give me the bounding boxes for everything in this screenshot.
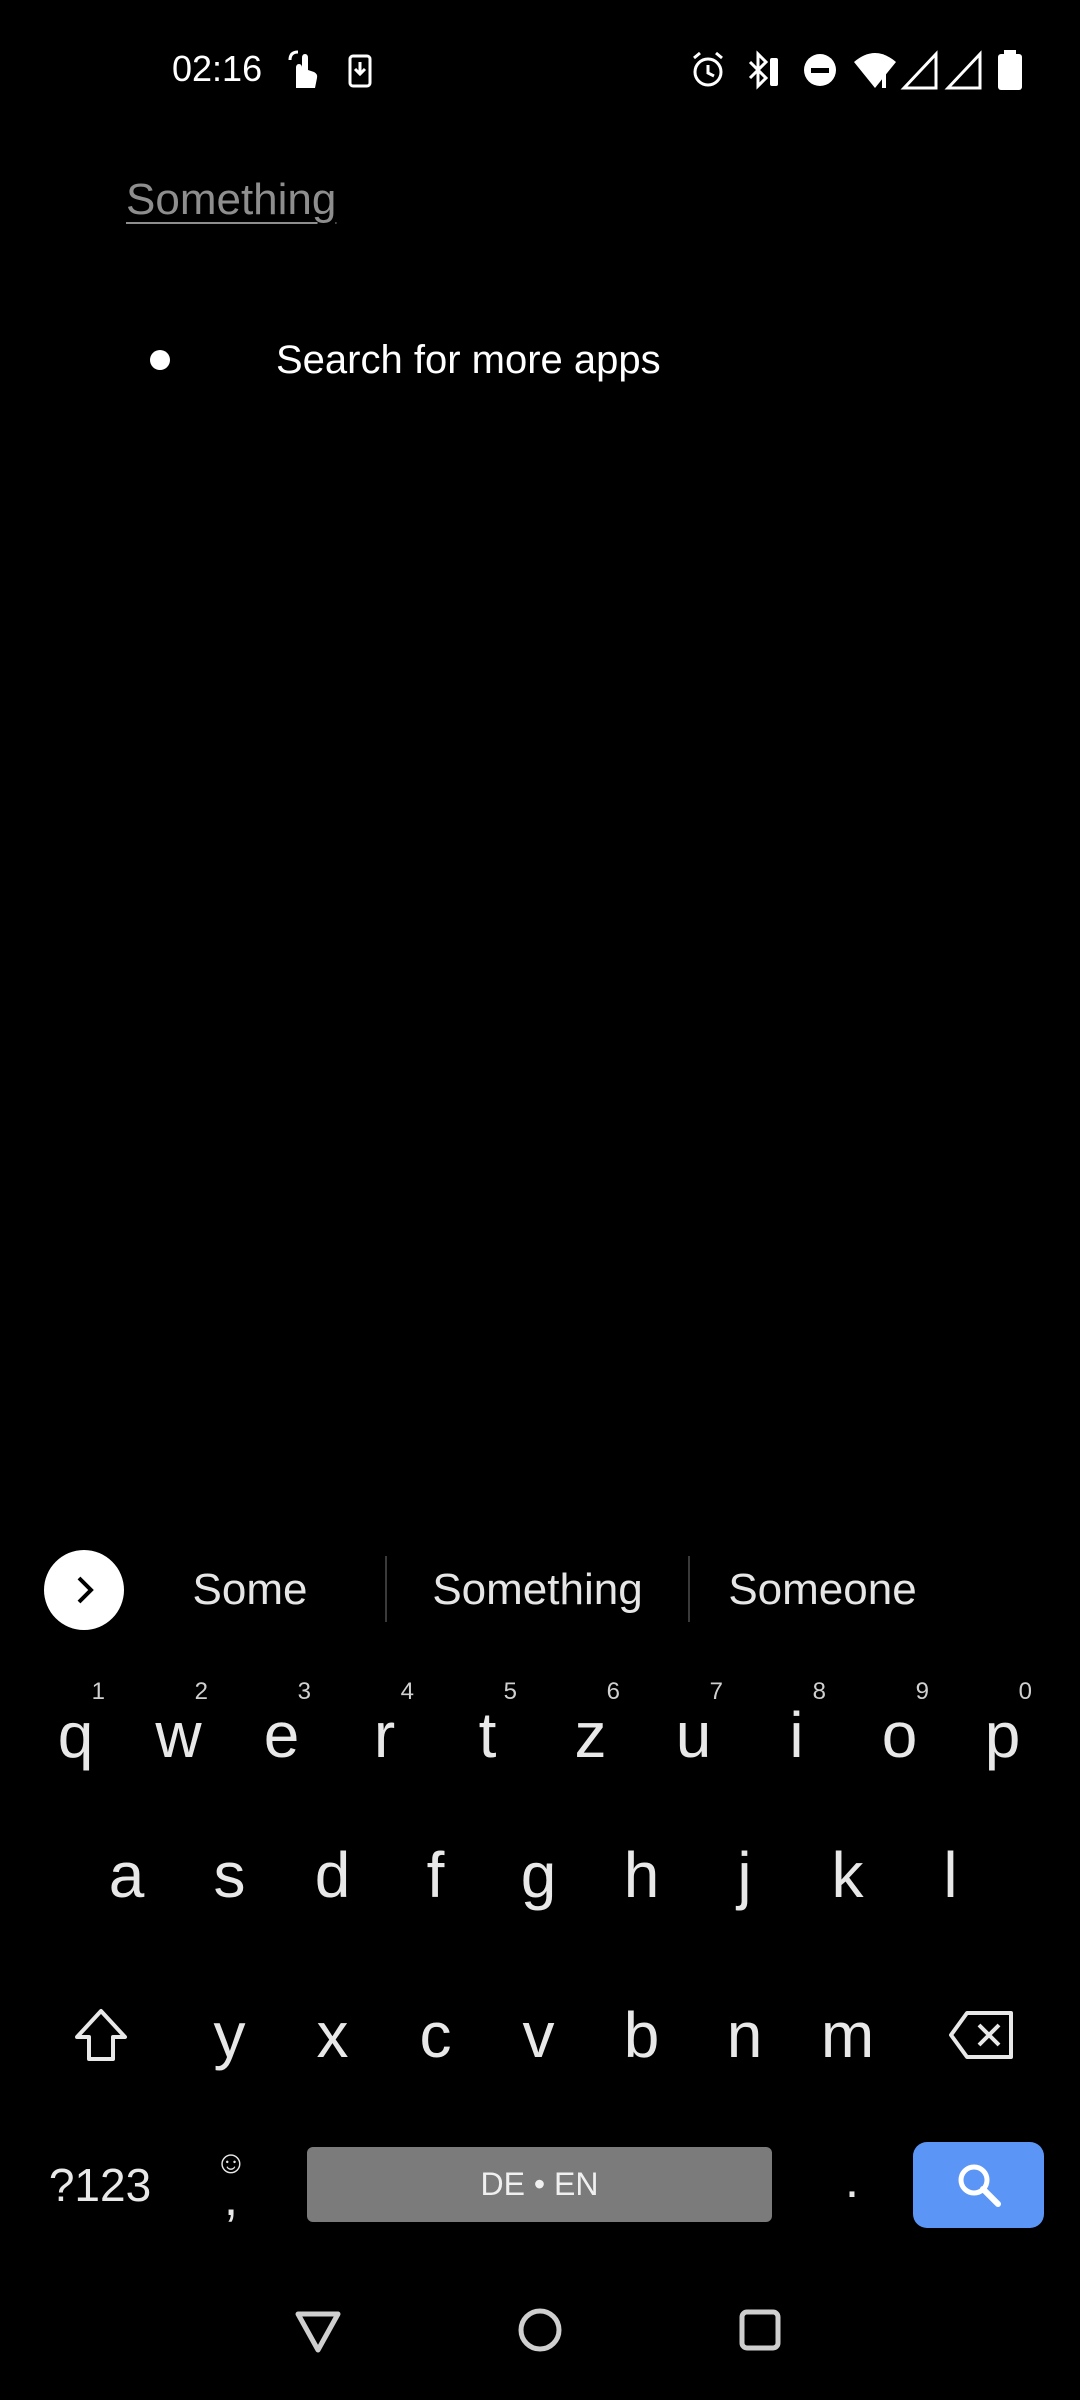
bullet-icon <box>150 350 170 370</box>
key-p[interactable]: p0 <box>951 1660 1054 1790</box>
key-h[interactable]: h <box>590 1810 693 1940</box>
key-e[interactable]: e3 <box>230 1660 333 1790</box>
key-i[interactable]: i8 <box>745 1660 848 1790</box>
status-time: 02:16 <box>172 48 263 89</box>
key-k[interactable]: k <box>796 1810 899 1940</box>
suggestion-3[interactable]: Someone <box>700 1555 945 1625</box>
suggestion-divider <box>688 1556 690 1622</box>
key-s[interactable]: s <box>178 1810 281 1940</box>
back-button[interactable] <box>288 2300 348 2360</box>
back-icon <box>295 2311 341 2353</box>
key-j[interactable]: j <box>693 1810 796 1940</box>
screenshot-icon <box>340 48 380 92</box>
space-key[interactable]: DE • EN <box>307 2147 772 2222</box>
symbols-key[interactable]: ?123 <box>40 2140 160 2230</box>
suggestion-2[interactable]: Something <box>410 1555 665 1625</box>
home-button[interactable] <box>510 2300 570 2360</box>
key-o[interactable]: o9 <box>848 1660 951 1790</box>
key-l[interactable]: l <box>899 1810 1002 1940</box>
key-u[interactable]: u7 <box>642 1660 745 1790</box>
key-v[interactable]: v <box>487 1970 590 2100</box>
battery-icon <box>992 48 1028 92</box>
expand-suggestions-button[interactable] <box>44 1550 124 1630</box>
period-key[interactable]: . <box>812 2135 892 2225</box>
comma-key[interactable]: ☺ , <box>196 2140 266 2240</box>
suggestion-1[interactable]: Some <box>150 1555 350 1625</box>
search-query-text[interactable]: Something <box>126 170 336 230</box>
bluetooth-icon <box>742 48 782 92</box>
key-y[interactable]: y <box>178 1970 281 2100</box>
result-label: Search for more apps <box>276 337 661 382</box>
search-icon <box>958 2164 1001 2207</box>
key-d[interactable]: d <box>281 1810 384 1940</box>
wifi-icon <box>852 48 898 92</box>
backspace-icon <box>949 2011 1013 2059</box>
key-z[interactable]: z6 <box>539 1660 642 1790</box>
home-icon <box>518 2308 562 2352</box>
key-r[interactable]: r4 <box>333 1660 436 1790</box>
chevron-right-icon <box>77 1576 94 1604</box>
key-g[interactable]: g <box>487 1810 590 1940</box>
key-f[interactable]: f <box>384 1810 487 1940</box>
key-b[interactable]: b <box>590 1970 693 2100</box>
signal-icon <box>900 48 940 92</box>
result-search-more-apps[interactable]: Search for more apps <box>150 320 950 400</box>
touch-icon <box>282 48 322 92</box>
recents-icon <box>739 2309 781 2351</box>
alarm-icon <box>688 48 728 92</box>
shift-key[interactable] <box>48 1970 154 2100</box>
key-c[interactable]: c <box>384 1970 487 2100</box>
backspace-key[interactable] <box>928 1970 1034 2100</box>
signal-icon <box>944 48 984 92</box>
key-q[interactable]: q1 <box>24 1660 127 1790</box>
key-x[interactable]: x <box>281 1970 384 2100</box>
key-w[interactable]: w2 <box>127 1660 230 1790</box>
key-t[interactable]: t5 <box>436 1660 539 1790</box>
shift-icon <box>75 2009 127 2061</box>
recents-button[interactable] <box>730 2300 790 2360</box>
dnd-icon <box>800 48 840 92</box>
search-key[interactable] <box>913 2142 1044 2228</box>
suggestion-divider <box>385 1556 387 1622</box>
key-m[interactable]: m <box>796 1970 899 2100</box>
key-n[interactable]: n <box>693 1970 796 2100</box>
key-a[interactable]: a <box>75 1810 178 1940</box>
